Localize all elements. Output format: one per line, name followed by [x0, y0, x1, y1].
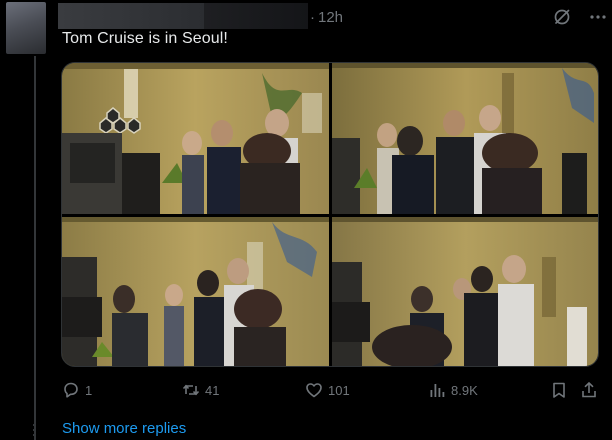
photo-1[interactable] — [62, 63, 329, 214]
post-text: Tom Cruise is in Seoul! — [62, 30, 228, 47]
bookmark-button[interactable] — [550, 378, 568, 402]
author-name-redacted[interactable] — [58, 3, 204, 29]
post-container[interactable]: · 12h Tom Cruise is in Seoul! 1 41 101 8… — [0, 0, 612, 440]
more-icon[interactable] — [588, 7, 608, 27]
heart-icon — [306, 383, 322, 398]
repost-icon — [182, 384, 200, 396]
action-bar: 1 41 101 8.9K — [0, 378, 612, 402]
reply-icon — [64, 382, 78, 398]
avatar[interactable] — [6, 2, 46, 54]
share-button[interactable] — [580, 378, 598, 402]
photo-4[interactable] — [332, 217, 598, 366]
share-icon — [582, 381, 596, 398]
photo-2[interactable] — [332, 63, 598, 214]
reply-count: 1 — [85, 382, 93, 398]
grok-icon[interactable] — [552, 7, 572, 27]
show-more-replies-link[interactable]: Show more replies — [62, 420, 186, 437]
repost-count: 41 — [205, 382, 220, 398]
author-handle-redacted[interactable] — [204, 3, 308, 29]
like-count: 101 — [328, 382, 350, 398]
thread-continuation-dots — [32, 424, 36, 440]
like-button[interactable]: 101 — [305, 378, 350, 402]
views-button[interactable]: 8.9K — [428, 378, 478, 402]
view-count: 8.9K — [451, 382, 478, 398]
reply-button[interactable]: 1 — [62, 378, 92, 402]
meta-separator: · — [310, 9, 315, 26]
photo-3[interactable] — [62, 217, 329, 366]
repost-button[interactable]: 41 — [182, 378, 219, 402]
bookmark-icon — [553, 382, 565, 398]
analytics-icon — [430, 384, 445, 397]
media-grid — [61, 62, 599, 367]
post-timestamp[interactable]: 12h — [318, 9, 343, 26]
